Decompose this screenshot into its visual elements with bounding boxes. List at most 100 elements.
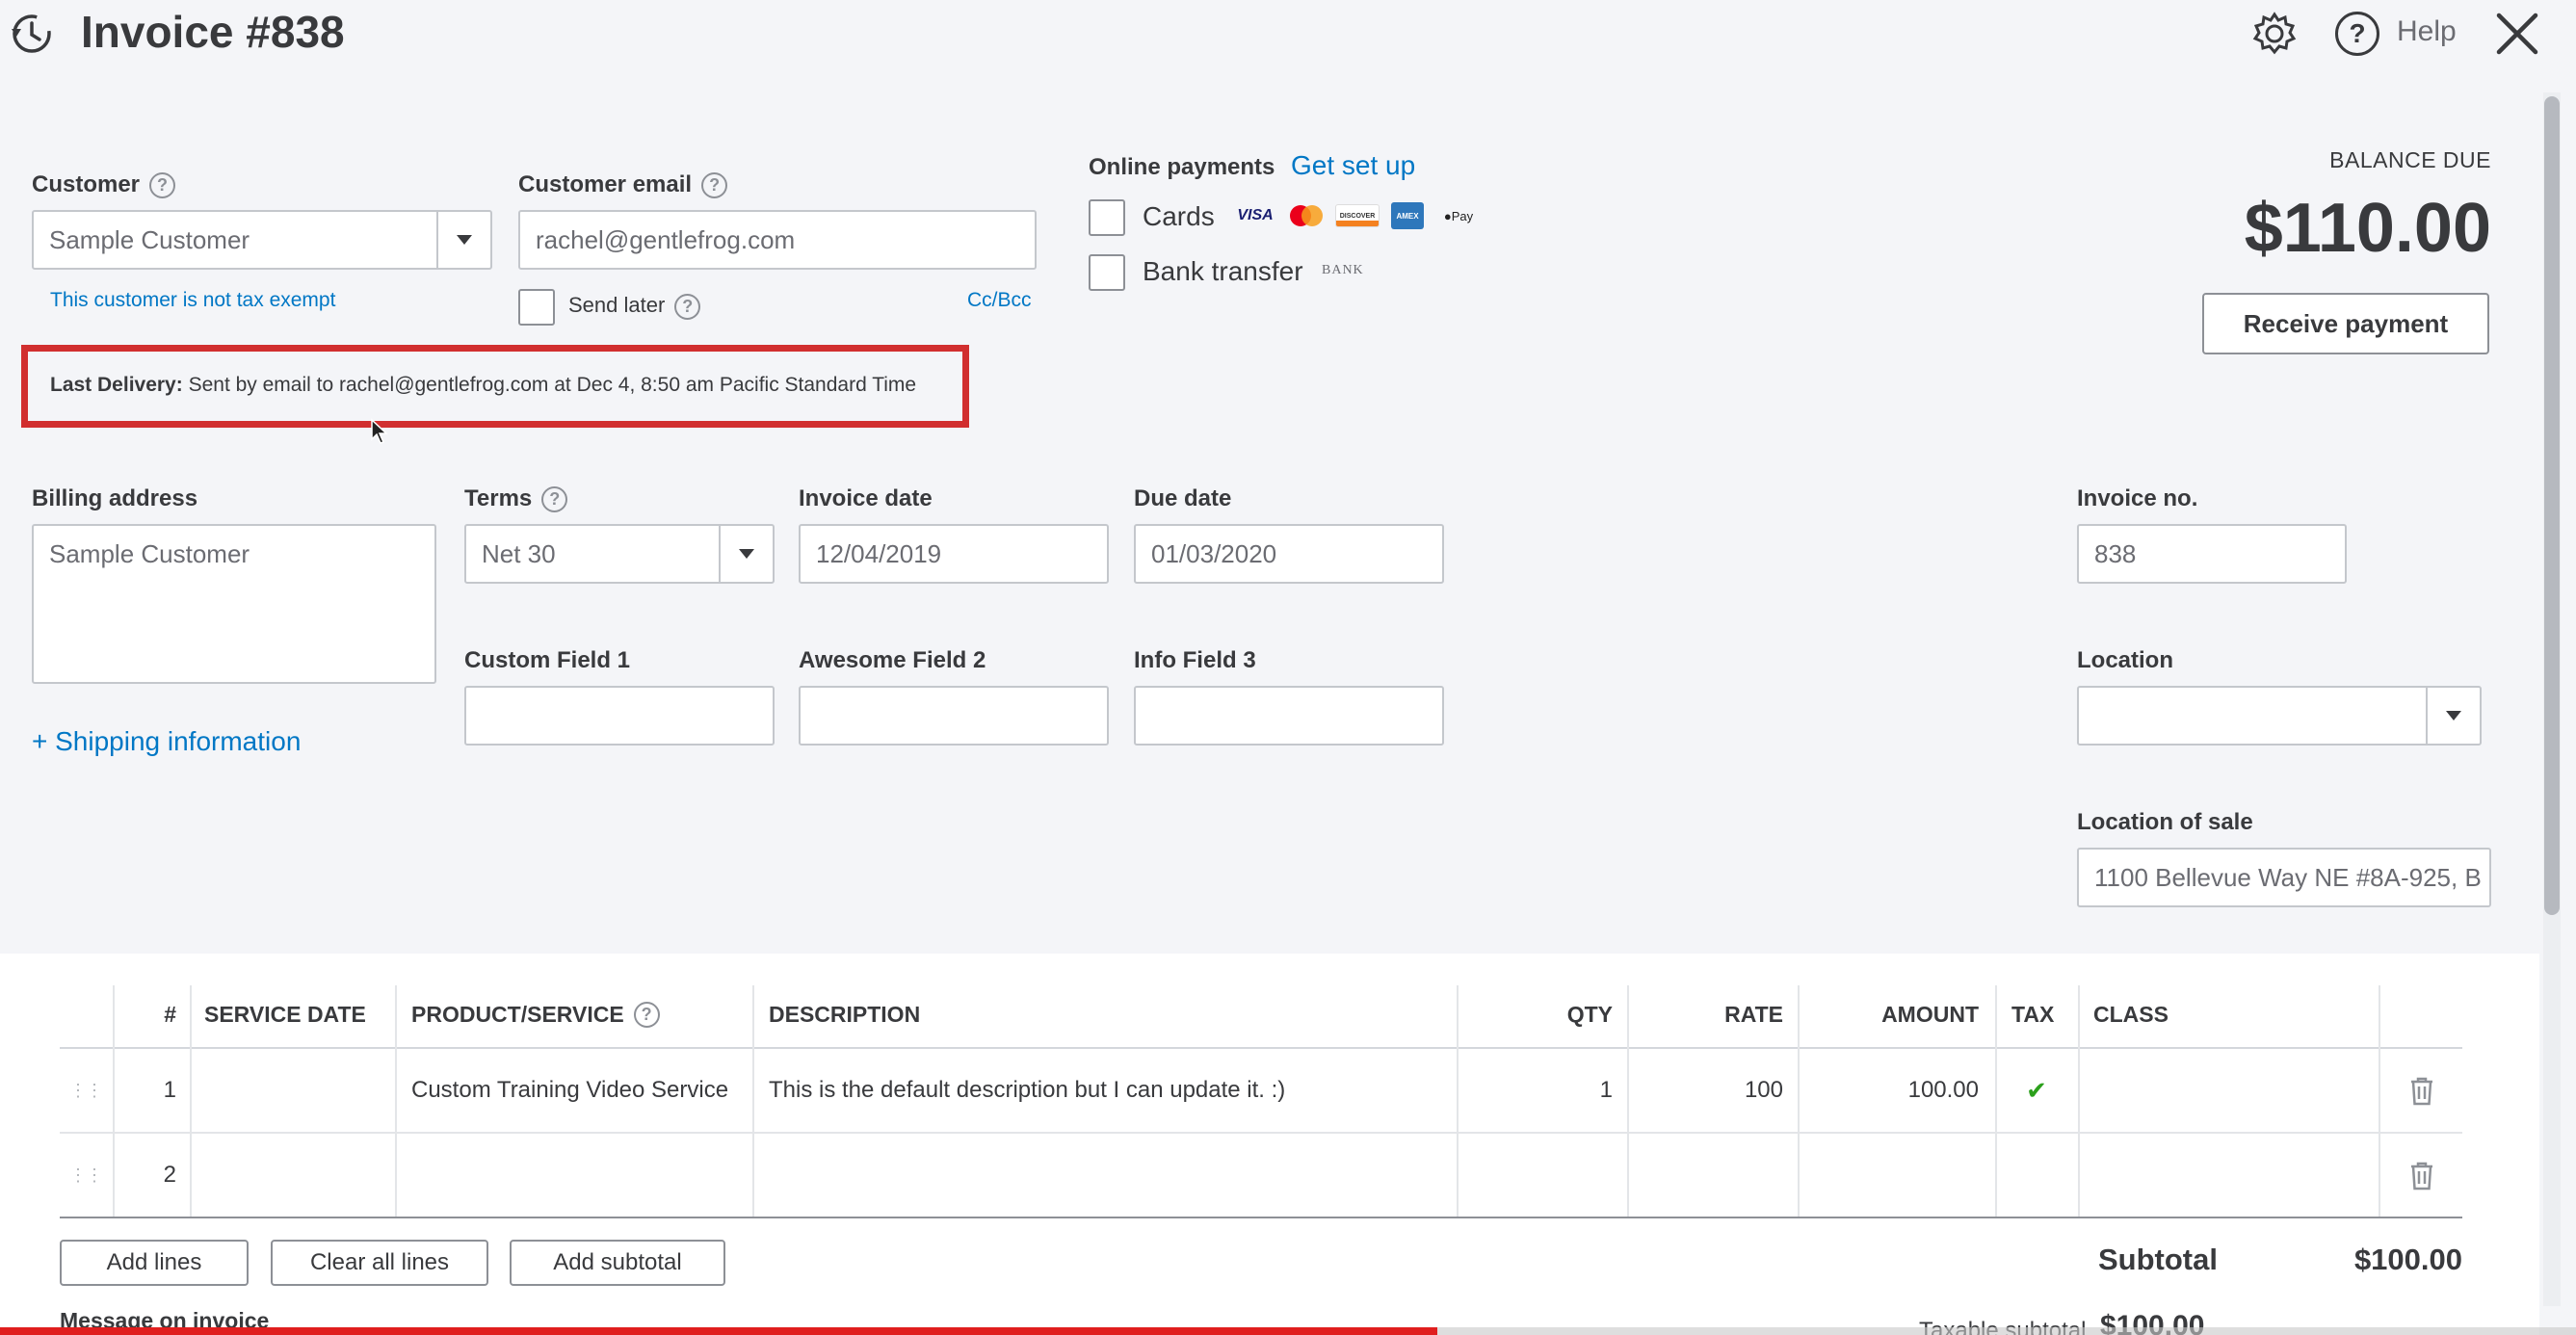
custom-field-2-input[interactable] [799, 686, 1109, 746]
col-header-tax[interactable]: TAX [2011, 985, 2054, 1043]
custom-field-2-label: Awesome Field 2 [799, 647, 986, 673]
gear-icon[interactable] [2250, 10, 2299, 58]
invoice-no-label: Invoice no. [2077, 485, 2198, 511]
chevron-down-icon[interactable] [2426, 688, 2480, 744]
table-row-1-qty[interactable]: 1 [1457, 1049, 1613, 1132]
bank-badge: BANK [1322, 263, 1364, 277]
col-header-service-date[interactable]: SERVICE DATE [204, 985, 366, 1043]
customer-select[interactable]: Sample Customer [32, 210, 492, 270]
cc-bcc-link[interactable]: Cc/Bcc [967, 289, 1032, 312]
custom-field-3-input[interactable] [1134, 686, 1444, 746]
add-lines-button[interactable]: Add lines [60, 1240, 249, 1286]
tax-exempt-note[interactable]: This customer is not tax exempt [50, 289, 335, 312]
col-header-num: # [164, 1001, 176, 1027]
send-later-checkbox[interactable] [518, 289, 555, 326]
col-header-amount[interactable]: AMOUNT [1798, 985, 1979, 1043]
col-divider [752, 985, 754, 1217]
discover-icon: DISCOVER [1335, 204, 1380, 227]
add-subtotal-button[interactable]: Add subtotal [510, 1240, 725, 1286]
help-icon[interactable]: ? [541, 486, 568, 513]
custom-field-3-label: Info Field 3 [1134, 647, 1256, 673]
billing-address-value: Sample Customer [49, 539, 250, 568]
custom-field-1-input[interactable] [464, 686, 775, 746]
col-divider [2078, 985, 2080, 1217]
subtotal-value: $100.00 [2353, 1243, 2462, 1276]
col-divider [395, 985, 397, 1217]
clear-all-lines-button[interactable]: Clear all lines [271, 1240, 488, 1286]
table-row-2-num: 2 [163, 1162, 176, 1188]
custom-field-1-label: Custom Field 1 [464, 647, 631, 673]
online-payments-label: Online payments [1089, 154, 1275, 180]
drag-handle-icon[interactable]: ⋮⋮ [69, 1134, 103, 1217]
last-delivery-detail: Sent by email to rachel@gentlefrog.com a… [188, 374, 917, 396]
due-date-label: Due date [1134, 485, 1232, 511]
help-link[interactable]: Help [2397, 15, 2457, 48]
trash-icon[interactable] [2410, 1162, 2433, 1191]
receive-payment-button[interactable]: Receive payment [2202, 293, 2489, 354]
scrollbar-thumb[interactable] [2544, 96, 2560, 915]
table-row-1-amount[interactable]: 100.00 [1798, 1049, 1979, 1132]
table-row-1-rate[interactable]: 100 [1627, 1049, 1783, 1132]
table-row-1-num: 1 [163, 1077, 176, 1103]
terms-select[interactable]: Net 30 [464, 524, 775, 584]
balance-due-label: BALANCE DUE [2329, 147, 2491, 172]
help-icon[interactable]: ? [2335, 12, 2379, 56]
row-divider [60, 1132, 2462, 1134]
due-date-value: 01/03/2020 [1151, 538, 1277, 568]
subtotal-label: Subtotal [2098, 1243, 2218, 1276]
table-bottom-divider [60, 1217, 2462, 1218]
location-of-sale-value: 1100 Bellevue Way NE #8A-925, B [2094, 862, 2482, 892]
due-date-input[interactable]: 01/03/2020 [1134, 524, 1444, 584]
table-row-1-product[interactable]: Custom Training Video Service [411, 1049, 728, 1132]
col-header-product[interactable]: PRODUCT/SERVICE? [411, 985, 660, 1043]
last-delivery-prefix: Last Delivery: [50, 374, 183, 396]
invoice-no-input[interactable]: 838 [2077, 524, 2347, 584]
amex-icon: AMEX [1391, 202, 1424, 229]
invoice-date-label: Invoice date [799, 485, 933, 511]
help-icon[interactable]: ? [701, 172, 728, 199]
table-row-1-description[interactable]: This is the default description but I ca… [769, 1049, 1285, 1132]
billing-address-input[interactable]: Sample Customer [32, 524, 436, 684]
help-icon[interactable]: ? [633, 1001, 660, 1028]
last-delivery-text: Last Delivery: Sent by email to rachel@g… [50, 374, 916, 397]
tax-check-icon[interactable]: ✔ [1995, 1049, 2078, 1132]
col-header-rate[interactable]: RATE [1627, 985, 1783, 1043]
bank-transfer-label: Bank transfer [1143, 256, 1303, 286]
recent-history-icon[interactable] [8, 10, 56, 58]
balance-due-amount: $110.00 [2244, 190, 2491, 267]
col-divider [2379, 985, 2380, 1217]
cards-checkbox[interactable] [1089, 199, 1125, 236]
customer-email-value: rachel@gentlefrog.com [536, 224, 796, 254]
page-title: Invoice #838 [81, 7, 345, 57]
chevron-down-icon[interactable] [436, 212, 490, 268]
col-header-description[interactable]: DESCRIPTION [769, 985, 920, 1043]
close-icon[interactable] [2493, 10, 2541, 58]
help-icon[interactable]: ? [149, 172, 176, 199]
bank-transfer-checkbox[interactable] [1089, 254, 1125, 291]
terms-value: Net 30 [482, 538, 556, 568]
location-of-sale-input[interactable]: 1100 Bellevue Way NE #8A-925, B [2077, 848, 2491, 907]
get-set-up-link[interactable]: Get set up [1291, 150, 1415, 181]
customer-email-input[interactable]: rachel@gentlefrog.com [518, 210, 1037, 270]
invoice-date-value: 12/04/2019 [816, 538, 942, 568]
col-header-class[interactable]: CLASS [2093, 985, 2169, 1043]
invoice-date-input[interactable]: 12/04/2019 [799, 524, 1109, 584]
apple-pay-icon: ● Pay [1443, 208, 1474, 223]
help-icon[interactable]: ? [674, 293, 701, 320]
col-divider [190, 985, 192, 1217]
shipping-information-link[interactable]: + Shipping information [32, 726, 301, 757]
video-progress-fill[interactable] [0, 1327, 1438, 1335]
location-of-sale-label: Location of sale [2077, 809, 2253, 835]
cards-label: Cards [1143, 201, 1215, 231]
chevron-down-icon[interactable] [719, 526, 773, 582]
mouse-cursor-icon [370, 418, 391, 447]
customer-value: Sample Customer [49, 224, 250, 254]
col-header-qty[interactable]: QTY [1457, 985, 1613, 1043]
billing-address-label: Billing address [32, 485, 198, 511]
location-select[interactable] [2077, 686, 2482, 746]
trash-icon[interactable] [2410, 1077, 2433, 1106]
invoice-no-value: 838 [2094, 538, 2137, 568]
customer-label: Customer? [32, 171, 176, 199]
drag-handle-icon[interactable]: ⋮⋮ [69, 1049, 103, 1132]
send-later-label: Send later? [568, 293, 701, 320]
